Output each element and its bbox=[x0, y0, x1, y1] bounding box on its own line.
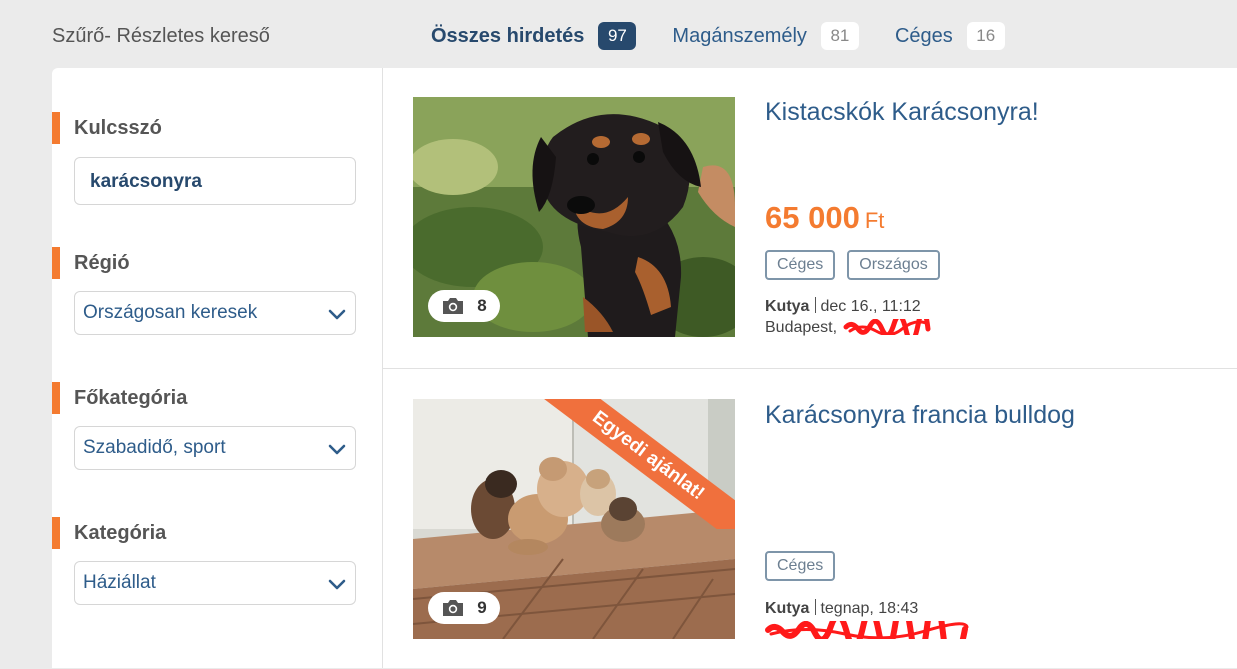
filter-label: Kategória bbox=[52, 517, 166, 549]
main-category-select[interactable]: Szabadidő, sport bbox=[74, 426, 356, 470]
listing-card: 8 Kistacskók Karácsonyra! 65 000 Ft Céges… bbox=[383, 68, 1237, 368]
listing-date: dec 16., 11:12 bbox=[820, 298, 921, 315]
chevron-down-icon bbox=[328, 444, 346, 455]
tab-label: Magánszemély bbox=[672, 24, 807, 47]
filter-sidebar: Kulcsszó karácsonyra Régió Országosan ke… bbox=[52, 68, 382, 668]
tab-label: Céges bbox=[894, 24, 953, 47]
tab-private[interactable]: Magánszemély 81 bbox=[672, 22, 859, 50]
keyword-value: karácsonyra bbox=[90, 171, 202, 192]
price-amount: 65 000 bbox=[765, 200, 860, 235]
listing-tags: Céges bbox=[765, 551, 847, 581]
ribbon-label: Egyedi ajánlat! bbox=[537, 399, 735, 529]
tag-nationwide: Országos bbox=[847, 250, 940, 280]
listing-title-link[interactable]: Kistacskók Karácsonyra! bbox=[765, 98, 1039, 127]
meta-separator bbox=[815, 297, 817, 313]
tab-count-badge: 16 bbox=[966, 22, 1005, 50]
location-redaction-scribble bbox=[765, 594, 969, 669]
location-redaction-scribble bbox=[843, 308, 931, 344]
listing-category: Kutya bbox=[765, 298, 810, 315]
tag-business: Céges bbox=[765, 250, 836, 280]
listing-photo[interactable]: Egyedi ajánlat! 9 bbox=[413, 399, 735, 639]
listing-photo[interactable]: 8 bbox=[413, 97, 735, 337]
photo-count-badge: 9 bbox=[428, 592, 500, 624]
region-select[interactable]: Országosan keresek bbox=[74, 291, 356, 335]
filter-label: Főkategória bbox=[52, 382, 187, 414]
listing-title-link[interactable]: Karácsonyra francia bulldog bbox=[765, 401, 1075, 430]
tab-label: Összes hirdetés bbox=[431, 24, 585, 47]
filter-title: Szűrő- Részletes kereső bbox=[52, 25, 270, 47]
photo-count-value: 9 bbox=[477, 598, 487, 617]
tab-all-ads[interactable]: Összes hirdetés 97 bbox=[431, 22, 637, 50]
filter-label: Régió bbox=[52, 247, 130, 279]
select-value: Szabadidő, sport bbox=[83, 437, 226, 458]
location-city: Budapest, bbox=[765, 319, 838, 336]
listing-card: Egyedi ajánlat! 9 Karácsonyra francia bu… bbox=[383, 368, 1237, 669]
listing-date: tegnap, 18:43 bbox=[820, 600, 919, 617]
listing-location bbox=[765, 594, 970, 669]
select-value: Háziállat bbox=[83, 572, 156, 593]
chevron-down-icon bbox=[328, 579, 346, 590]
meta-separator bbox=[815, 599, 817, 615]
camera-icon bbox=[443, 298, 464, 314]
chevron-down-icon bbox=[328, 309, 346, 320]
photo-count-value: 8 bbox=[477, 296, 487, 315]
listing-results: 8 Kistacskók Karácsonyra! 65 000 Ft Céges… bbox=[383, 68, 1237, 669]
price-currency: Ft bbox=[864, 208, 885, 233]
tab-business[interactable]: Céges 16 bbox=[895, 22, 1005, 50]
listing-meta: Kutya tegnap, 18:43 bbox=[765, 599, 918, 618]
keyword-input[interactable]: karácsonyra bbox=[74, 157, 356, 205]
listing-category: Kutya bbox=[765, 600, 810, 617]
camera-icon bbox=[443, 600, 464, 616]
listing-price: 65 000 Ft bbox=[765, 200, 884, 236]
seller-type-tabs: Összes hirdetés 97 Magánszemély 81 Céges… bbox=[431, 22, 1041, 50]
listing-tags: Céges Országos bbox=[765, 250, 952, 280]
category-select[interactable]: Háziállat bbox=[74, 561, 356, 605]
filter-label: Kulcsszó bbox=[52, 112, 162, 144]
tab-count-badge: 81 bbox=[820, 22, 859, 50]
tag-business: Céges bbox=[765, 551, 836, 581]
photo-count-badge: 8 bbox=[428, 290, 500, 322]
listing-meta: Kutya dec 16., 11:12 bbox=[765, 297, 921, 316]
select-value: Országosan keresek bbox=[83, 302, 258, 323]
results-header: Szűrő- Részletes kereső Összes hirdetés … bbox=[0, 0, 1237, 68]
listing-location: Budapest, bbox=[765, 308, 932, 344]
special-offer-ribbon: Egyedi ajánlat! bbox=[535, 399, 735, 529]
tab-count-badge: 97 bbox=[598, 22, 637, 50]
